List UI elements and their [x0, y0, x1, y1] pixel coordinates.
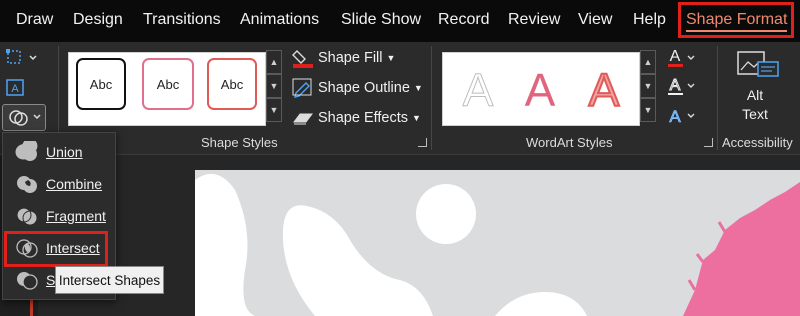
shape-effects-button[interactable]: Shape Effects ▼ — [292, 108, 421, 128]
wordart-styles-dialog-launcher[interactable] — [704, 138, 713, 147]
menu-item-fragment[interactable]: Fragment — [3, 201, 115, 231]
group-separator — [431, 46, 432, 150]
shape-style-label: Abc — [156, 76, 180, 92]
svg-text:A: A — [670, 48, 681, 65]
svg-text:A: A — [11, 83, 19, 95]
slide-canvas[interactable] — [195, 170, 800, 316]
menu-item-label: Fragment — [46, 208, 106, 224]
tab-draw[interactable]: Draw — [16, 11, 53, 29]
text-outline-button[interactable]: A — [666, 74, 698, 98]
tab-highlight-box — [678, 2, 794, 38]
slide-white-circle — [416, 184, 476, 244]
alt-text-icon — [737, 51, 779, 77]
combine-icon — [17, 176, 37, 193]
menu-item-union[interactable]: Union — [3, 137, 115, 167]
gallery-scroll-up-button[interactable]: ▲ — [266, 50, 282, 74]
svg-text:A: A — [669, 107, 681, 126]
wordart-scroll-down-button[interactable]: ▼ — [640, 74, 656, 98]
shape-fill-label: Shape Fill — [318, 50, 383, 66]
alt-text-label-line2: Text — [742, 106, 768, 122]
tab-view[interactable]: View — [578, 11, 612, 29]
union-icon — [15, 141, 38, 161]
text-fill-button[interactable]: A — [666, 46, 698, 70]
pencil-icon — [292, 78, 312, 98]
chevron-down-icon: ▼ — [412, 113, 421, 123]
text-effects-icon: A — [669, 107, 695, 126]
text-box-icon: A — [6, 79, 24, 96]
gallery-more-button[interactable]: ▼ — [266, 98, 282, 122]
intersect-tooltip: Intersect Shapes — [55, 266, 164, 294]
chevron-down-icon: ▼ — [386, 53, 396, 63]
tab-transitions[interactable]: Transitions — [143, 11, 221, 29]
intersect-highlight-box — [4, 231, 108, 267]
text-box-button[interactable]: A — [4, 76, 28, 100]
wordart-scroll-up-button[interactable]: ▲ — [640, 50, 656, 74]
shape-outline-button[interactable]: Shape Outline ▼ — [292, 78, 423, 98]
wordart-letter: A — [463, 64, 494, 116]
accessibility-group-label: Accessibility — [722, 135, 793, 150]
shape-styles-group-label: Shape Styles — [201, 135, 278, 150]
slide-shapes — [195, 173, 800, 316]
tab-review[interactable]: Review — [508, 11, 560, 29]
wordart-style-thumbnail[interactable]: A — [574, 56, 634, 118]
menu-item-label: Combine — [46, 176, 103, 192]
text-fill-icon: A — [668, 48, 695, 67]
ribbon-tab-bar: Draw Design Transitions Animations Slide… — [0, 0, 800, 42]
wordart-styles-group-label: WordArt Styles — [526, 135, 613, 150]
slide-pink-brushstroke — [683, 182, 800, 316]
tab-help[interactable]: Help — [633, 11, 666, 29]
shape-effects-label: Shape Effects — [318, 110, 409, 126]
menu-item-label: Union — [46, 144, 83, 160]
tab-animations[interactable]: Animations — [240, 11, 319, 29]
merge-shapes-icon — [9, 110, 41, 126]
wordart-glyph-pink: A — [525, 64, 556, 116]
wordart-letter: A — [525, 64, 556, 116]
shape-fill-button[interactable]: Shape Fill ▼ — [292, 48, 395, 68]
fragment-icon — [16, 207, 38, 226]
shape-style-thumbnail[interactable]: Abc — [142, 58, 194, 110]
wordart-more-button[interactable]: ▼ — [640, 98, 656, 122]
paint-bucket-icon — [292, 50, 313, 68]
svg-text:A: A — [670, 77, 681, 94]
shape-style-thumbnail[interactable]: Abc — [76, 58, 126, 110]
text-effects-button[interactable]: A — [666, 104, 698, 128]
wordart-glyph-outline: A — [588, 63, 621, 117]
tab-record[interactable]: Record — [438, 11, 490, 29]
slide-white-blob — [195, 173, 255, 316]
group-separator — [717, 46, 718, 150]
alt-text-label-line1: Alt — [746, 87, 764, 103]
slide-white-blob — [282, 205, 433, 316]
tab-slide-show[interactable]: Slide Show — [341, 11, 421, 29]
gallery-scroll-down-button[interactable]: ▼ — [266, 74, 282, 98]
merge-shapes-button[interactable] — [2, 104, 46, 131]
tab-design[interactable]: Design — [73, 11, 123, 29]
edit-shape-icon — [6, 49, 37, 64]
shape-effects-icon — [293, 113, 313, 125]
alt-text-button[interactable]: Alt Text — [724, 48, 786, 128]
slide-white-blob — [495, 292, 587, 316]
shape-style-label: Abc — [220, 76, 244, 92]
menu-item-combine[interactable]: Combine — [3, 169, 115, 199]
wordart-letter: A — [589, 64, 620, 116]
shape-style-label: Abc — [89, 76, 113, 92]
chevron-down-icon: ▼ — [413, 83, 423, 93]
subtract-icon — [17, 272, 38, 290]
wordart-style-thumbnail[interactable]: A — [448, 56, 508, 118]
wordart-style-thumbnail[interactable]: A — [510, 56, 570, 118]
shape-style-thumbnail[interactable]: Abc — [207, 58, 257, 110]
wordart-glyph-plain: A — [462, 64, 494, 117]
shape-outline-label: Shape Outline — [318, 80, 410, 96]
text-outline-icon: A — [668, 77, 695, 95]
shape-styles-dialog-launcher[interactable] — [418, 138, 427, 147]
edit-shape-button[interactable] — [4, 46, 40, 70]
